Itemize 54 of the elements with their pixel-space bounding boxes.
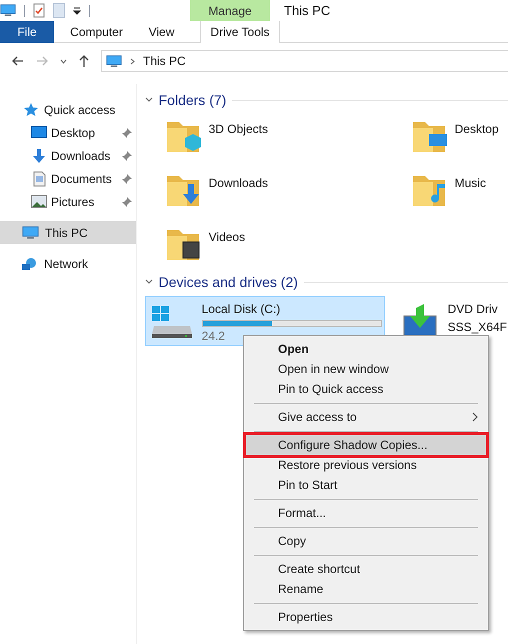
computer-icon (0, 4, 16, 17)
menu-item[interactable]: Properties (246, 607, 486, 627)
pin-icon[interactable] (122, 196, 132, 206)
menu-item[interactable]: Rename (246, 579, 486, 599)
pin-icon[interactable] (122, 174, 132, 184)
computer-icon (106, 54, 122, 68)
menu-item[interactable]: Create shortcut (246, 559, 486, 579)
breadcrumb[interactable]: This PC (143, 52, 186, 70)
section-heading: Devices and drives (2) (158, 272, 298, 292)
nav-item[interactable]: This PC (0, 221, 136, 244)
computer-icon (22, 226, 39, 240)
menu-item[interactable]: Open in new window (246, 359, 486, 379)
down-arrow-icon (31, 148, 47, 164)
star-icon (24, 103, 38, 116)
nav-item[interactable]: Downloads (0, 144, 136, 167)
window-title: This PC (284, 2, 330, 20)
ribbon-tab[interactable]: Computer (54, 21, 139, 43)
chevron-down-icon[interactable] (60, 58, 67, 64)
menu-item[interactable]: Copy (246, 531, 486, 551)
folder-item[interactable]: Music (408, 170, 508, 210)
pin-icon[interactable] (122, 128, 132, 138)
menu-item[interactable]: Pin to Start (246, 475, 486, 495)
nav-item[interactable]: Quick access (0, 98, 136, 121)
nav-item[interactable]: Network (0, 252, 136, 275)
context-tab-group: Manage (190, 0, 270, 21)
document-icon (32, 170, 46, 186)
ribbon-tab[interactable]: File (0, 21, 54, 43)
pin-icon[interactable] (122, 150, 132, 160)
network-icon (22, 256, 38, 270)
menu-item[interactable]: Pin to Quick access (246, 379, 486, 399)
section-heading: Folders (7) (158, 90, 226, 110)
up-icon[interactable] (79, 55, 89, 67)
menu-item[interactable]: Configure Shadow Copies... (246, 435, 486, 455)
folder-item[interactable]: 3D Objects (162, 116, 409, 156)
picture-icon (31, 195, 47, 208)
nav-item[interactable]: Pictures (0, 190, 136, 213)
nav-item[interactable]: Documents (0, 167, 136, 190)
nav-item[interactable]: Desktop (0, 121, 136, 144)
collapse-chevron-icon[interactable] (144, 97, 153, 103)
dropdown-icon[interactable] (73, 6, 81, 14)
properties-icon[interactable] (33, 3, 45, 18)
collapse-chevron-icon[interactable] (144, 279, 153, 285)
desktop-icon (31, 126, 47, 139)
back-icon[interactable] (12, 56, 24, 66)
ribbon-tab[interactable]: View (139, 21, 184, 43)
menu-item[interactable]: Restore previous versions (246, 455, 486, 475)
ribbon-tab[interactable]: Drive Tools (200, 21, 280, 43)
menu-item[interactable]: Format... (246, 503, 486, 523)
breadcrumb-chevron-icon (130, 58, 135, 64)
folder-item[interactable]: Videos (162, 224, 409, 264)
folder-item[interactable]: Desktop (408, 116, 508, 156)
address-bar[interactable]: This PC (101, 50, 508, 72)
folder-item[interactable]: Downloads (162, 170, 409, 210)
menu-item[interactable]: Give access to (246, 407, 486, 427)
